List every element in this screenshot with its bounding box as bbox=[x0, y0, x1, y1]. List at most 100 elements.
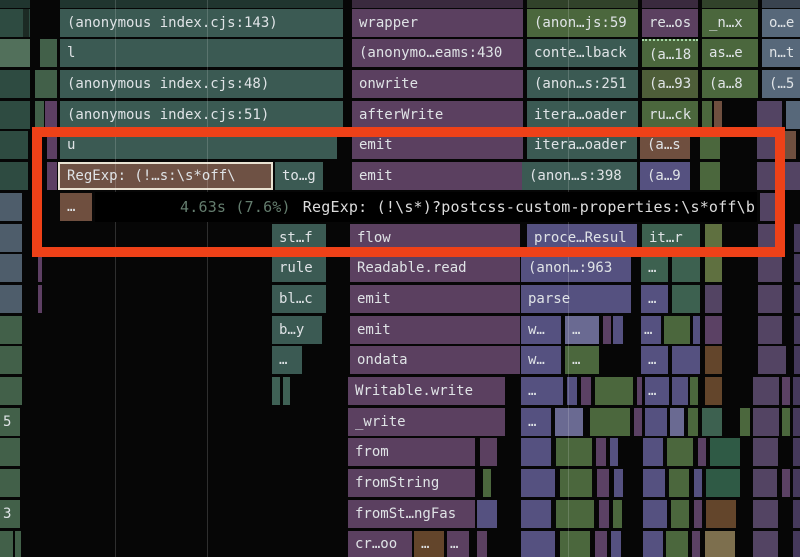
frame-block[interactable]: (anonymous index.cjs:143) bbox=[60, 9, 343, 37]
frame-strip[interactable] bbox=[793, 500, 800, 528]
frame-block[interactable]: … bbox=[641, 254, 668, 282]
frame-block[interactable]: to…g bbox=[275, 162, 323, 190]
frame-block[interactable]: itera…oader bbox=[527, 131, 637, 159]
frame-block[interactable]: … bbox=[641, 346, 668, 374]
frame-strip[interactable] bbox=[0, 131, 28, 159]
frame-block[interactable]: (a…93 bbox=[642, 70, 698, 98]
frame-strip[interactable] bbox=[477, 531, 487, 557]
frame-strip[interactable] bbox=[664, 316, 690, 344]
frame-strip[interactable] bbox=[705, 346, 722, 374]
frame-strip[interactable] bbox=[643, 500, 667, 528]
frame-strip[interactable] bbox=[692, 531, 700, 557]
frame-block[interactable]: rule bbox=[272, 254, 326, 282]
frame-strip[interactable] bbox=[705, 316, 722, 344]
frame-block[interactable]: 3 bbox=[0, 500, 20, 528]
frame-block[interactable]: … bbox=[414, 531, 444, 557]
frame-strip[interactable] bbox=[782, 377, 790, 405]
frame-strip[interactable] bbox=[614, 469, 623, 497]
frame-block[interactable]: as…e bbox=[702, 39, 758, 67]
frame-strip[interactable] bbox=[710, 438, 740, 466]
frame-strip[interactable] bbox=[672, 285, 700, 313]
frame-block[interactable]: … bbox=[641, 316, 661, 344]
frame-strip[interactable] bbox=[35, 101, 44, 129]
frame-block[interactable]: (anonymous index.cjs:51) bbox=[60, 101, 343, 129]
frame-block[interactable]: parse bbox=[521, 285, 631, 313]
frame-strip[interactable] bbox=[60, 0, 343, 8]
frame-block[interactable]: (a…18 bbox=[642, 39, 698, 67]
frame-strip[interactable] bbox=[613, 316, 623, 344]
frame-strip[interactable] bbox=[47, 162, 57, 190]
frame-block[interactable]: (anon…s:251 bbox=[527, 70, 638, 98]
frame-strip[interactable] bbox=[753, 377, 779, 405]
frame-strip[interactable] bbox=[283, 377, 290, 405]
frame-strip[interactable] bbox=[0, 101, 30, 129]
frame-strip[interactable] bbox=[480, 438, 497, 466]
frame-strip[interactable] bbox=[0, 39, 30, 67]
frame-strip[interactable] bbox=[702, 101, 712, 129]
frame-block[interactable]: conte…lback bbox=[527, 39, 638, 67]
frame-strip[interactable] bbox=[782, 469, 790, 497]
frame-strip[interactable] bbox=[477, 500, 497, 528]
frame-strip[interactable] bbox=[610, 438, 618, 466]
frame-strip[interactable] bbox=[0, 162, 28, 190]
frame-strip[interactable] bbox=[793, 531, 800, 557]
frame-block[interactable]: … bbox=[565, 346, 599, 374]
frame-strip[interactable] bbox=[793, 408, 800, 436]
frame-strip[interactable] bbox=[705, 377, 722, 405]
frame-strip[interactable] bbox=[757, 162, 778, 190]
frame-block[interactable]: … bbox=[645, 377, 669, 405]
frame-block[interactable]: _write bbox=[348, 408, 505, 436]
frame-strip[interactable] bbox=[672, 377, 688, 405]
frame-strip[interactable] bbox=[753, 500, 778, 528]
frame-strip[interactable] bbox=[567, 377, 577, 405]
frame-strip[interactable] bbox=[0, 346, 22, 374]
frame-strip[interactable] bbox=[705, 531, 735, 557]
frame-block[interactable]: (a…s bbox=[640, 131, 690, 159]
frame-strip[interactable] bbox=[272, 377, 280, 405]
frame-block[interactable]: l bbox=[60, 39, 343, 67]
frame-strip[interactable] bbox=[702, 0, 758, 8]
frame-block[interactable]: ru…ck bbox=[642, 101, 698, 129]
frame-strip[interactable] bbox=[784, 131, 796, 159]
frame-block[interactable]: emit bbox=[352, 131, 523, 159]
frame-strip[interactable] bbox=[595, 531, 607, 557]
frame-strip[interactable] bbox=[758, 254, 782, 282]
frame-strip[interactable] bbox=[521, 469, 555, 497]
frame-strip[interactable] bbox=[666, 531, 688, 557]
frame-strip[interactable] bbox=[560, 469, 592, 497]
frame-block[interactable]: … bbox=[447, 531, 469, 557]
frame-block[interactable]: flow bbox=[350, 224, 520, 252]
frame-strip[interactable] bbox=[762, 0, 800, 8]
frame-strip[interactable] bbox=[352, 0, 523, 8]
frame-strip[interactable] bbox=[670, 408, 684, 436]
frame-strip[interactable] bbox=[714, 101, 722, 129]
frame-block[interactable]: proce…Resul bbox=[527, 224, 637, 252]
frame-strip[interactable] bbox=[705, 224, 722, 252]
frame-strip[interactable] bbox=[597, 469, 609, 497]
frame-block[interactable]: Writable.write bbox=[348, 377, 505, 405]
frame-strip[interactable] bbox=[706, 500, 736, 528]
frame-strip[interactable] bbox=[0, 316, 22, 344]
frame-block[interactable]: emit bbox=[350, 285, 520, 313]
frame-strip[interactable] bbox=[672, 254, 700, 282]
frame-block[interactable]: … bbox=[60, 193, 92, 221]
frame-strip[interactable] bbox=[643, 438, 663, 466]
frame-strip[interactable] bbox=[758, 346, 786, 374]
frame-block[interactable]: itera…oader bbox=[527, 101, 638, 129]
frame-block[interactable]: (a…9 bbox=[640, 162, 690, 190]
frame-strip[interactable] bbox=[705, 254, 722, 282]
frame-strip[interactable] bbox=[753, 438, 778, 466]
frame-block[interactable]: (a…8 bbox=[702, 70, 758, 98]
frame-block[interactable]: cr…oo bbox=[348, 531, 412, 557]
frame-block[interactable]: (anonymo…eams:430 bbox=[352, 39, 523, 67]
frame-block[interactable]: (anonymous index.cjs:48) bbox=[60, 70, 343, 98]
frame-block[interactable]: bl…c bbox=[272, 285, 326, 313]
frame-strip[interactable] bbox=[0, 531, 13, 557]
frame-strip[interactable] bbox=[634, 408, 642, 436]
frame-block[interactable]: from bbox=[348, 438, 475, 466]
frame-strip[interactable] bbox=[47, 131, 57, 159]
frame-strip[interactable] bbox=[595, 377, 633, 405]
frame-strip[interactable] bbox=[757, 131, 778, 159]
frame-strip[interactable] bbox=[758, 316, 782, 344]
frame-block[interactable]: st…f bbox=[272, 224, 326, 252]
